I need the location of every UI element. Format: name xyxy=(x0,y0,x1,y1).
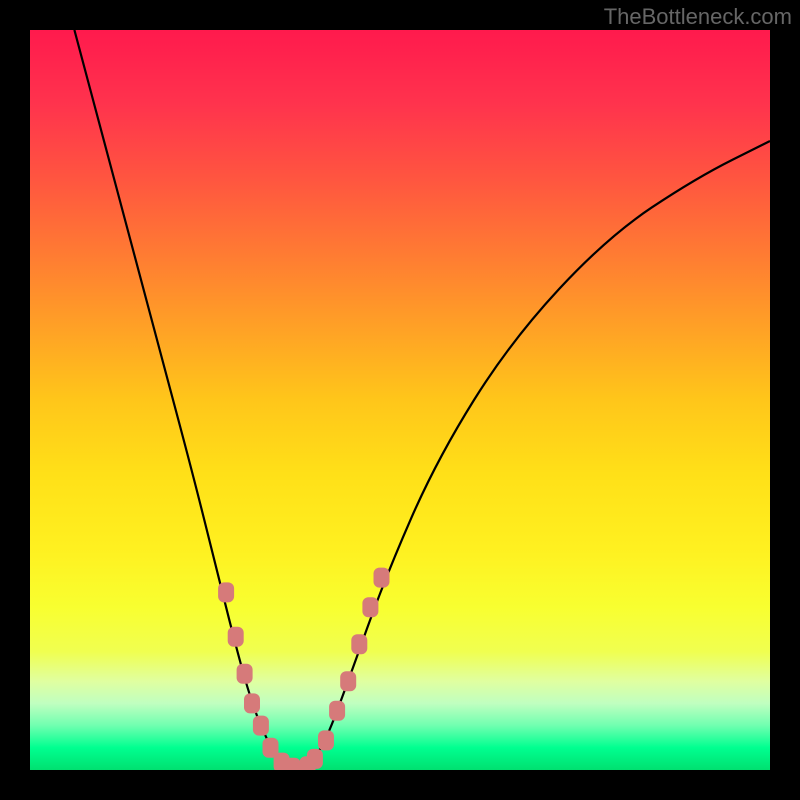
curve-marker xyxy=(329,701,345,721)
markers-left-group xyxy=(218,582,301,770)
curve-marker xyxy=(374,568,390,588)
plot-area xyxy=(30,30,770,770)
curve-marker xyxy=(253,716,269,736)
curve-marker xyxy=(285,758,301,770)
curve-marker xyxy=(340,671,356,691)
curve-marker xyxy=(244,693,260,713)
curve-marker xyxy=(218,582,234,602)
bottleneck-curve-svg xyxy=(30,30,770,770)
bottleneck-curve xyxy=(74,30,770,768)
curve-marker xyxy=(362,597,378,617)
curve-marker xyxy=(351,634,367,654)
curve-marker xyxy=(318,730,334,750)
chart-container: TheBottleneck.com xyxy=(0,0,800,800)
watermark-text: TheBottleneck.com xyxy=(604,4,792,30)
curve-marker xyxy=(228,627,244,647)
curve-marker xyxy=(237,664,253,684)
markers-right-group xyxy=(300,568,390,770)
curve-marker xyxy=(307,749,323,769)
